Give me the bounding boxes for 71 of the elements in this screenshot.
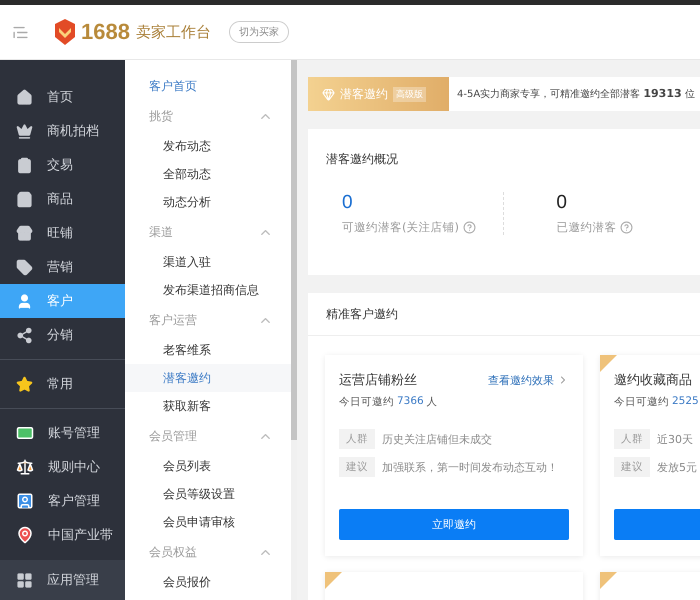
- share-icon: [16, 326, 33, 344]
- sidebar-item[interactable]: 商机拍档: [0, 114, 125, 148]
- submenu-item[interactable]: 发布动态: [125, 132, 291, 160]
- banner-title: 潜客邀约: [340, 86, 388, 102]
- submenu-item[interactable]: 动态分析: [125, 188, 291, 216]
- sidebar-item[interactable]: 中国产业带: [0, 518, 125, 552]
- sidebar-item[interactable]: 营销: [0, 250, 125, 284]
- map-pin-icon: [16, 526, 34, 544]
- count-value: 2525: [672, 395, 699, 409]
- panel-title: 潜客邀约概况: [325, 151, 399, 168]
- version-badge: 高级版: [393, 86, 426, 102]
- help-icon[interactable]: [462, 221, 476, 234]
- tag-icon: [16, 258, 33, 276]
- submenu-item[interactable]: 全部动态: [125, 160, 291, 188]
- row-text: 历史关注店铺但未成交: [382, 432, 492, 446]
- stat-label: 可邀约潜客(关注店铺): [342, 220, 459, 235]
- submenu-item[interactable]: 潜客邀约: [125, 364, 291, 392]
- submenu-item[interactable]: 获取新客: [125, 392, 291, 420]
- row-text: 近30天: [657, 432, 693, 446]
- home-icon: [16, 88, 33, 106]
- row-tag: 人群: [339, 429, 375, 449]
- count-label: 今日可邀约: [339, 395, 394, 409]
- scale-icon: [16, 458, 34, 476]
- stat-value: 0: [556, 192, 568, 214]
- invite-button[interactable]: 立即邀约: [339, 509, 569, 540]
- count-label: 今日可邀约: [614, 395, 669, 409]
- sidebar-item[interactable]: 首页: [0, 80, 125, 114]
- crown-icon: [16, 122, 33, 140]
- user-icon: [16, 292, 33, 310]
- gem-icon: [322, 88, 335, 100]
- row-text: 发放5元: [657, 460, 697, 474]
- sidebar-item[interactable]: 客户管理: [0, 484, 125, 518]
- submenu-item[interactable]: 会员等级设置: [125, 480, 291, 508]
- sidebar-item[interactable]: 商品: [0, 182, 125, 216]
- submenu-item[interactable]: 渠道入驻: [125, 248, 291, 276]
- sidebar-item[interactable]: 账号管理: [0, 416, 125, 450]
- star-icon: [16, 376, 33, 392]
- view-effect-link[interactable]: 查看邀约效果: [488, 372, 569, 388]
- logo-text: 卖家工作台: [136, 22, 211, 42]
- banner-text: 4-5A实力商家专享，可精准邀约全部潜客 19313 位: [456, 87, 695, 101]
- person-icon: [16, 492, 34, 510]
- row-text: 加强联系，第一时间发布动态互动！: [382, 460, 558, 474]
- logo-number: 1688: [81, 19, 130, 45]
- count-value: 7366: [397, 395, 424, 409]
- stat-label: 已邀约潜客: [556, 220, 616, 235]
- sidebar-item[interactable]: 常用: [0, 367, 125, 401]
- logo-icon: [55, 19, 75, 45]
- submenu-item[interactable]: 会员报价: [125, 568, 291, 596]
- submenu-link[interactable]: 客户首页: [125, 73, 291, 100]
- submenu-item[interactable]: 会员列表: [125, 452, 291, 480]
- row-tag: 建议: [614, 457, 650, 477]
- count-unit: 人: [426, 395, 438, 409]
- panel-title: 精准客户邀约: [308, 293, 700, 336]
- submenu-item[interactable]: 发布渠道招商信息: [125, 276, 291, 304]
- sidebar-item[interactable]: 规则中心: [0, 450, 125, 484]
- row-tag: 人群: [614, 429, 650, 449]
- sidebar-item[interactable]: 应用管理: [0, 560, 125, 600]
- grid-icon: [16, 572, 33, 588]
- id-card-icon: [16, 424, 34, 442]
- card-title: 运营店铺粉丝: [339, 372, 417, 389]
- sidebar-item[interactable]: 分销: [0, 318, 125, 352]
- submenu-item[interactable]: 会员申请审核: [125, 508, 291, 536]
- sidebar-item[interactable]: 旺铺: [0, 216, 125, 250]
- scrollbar[interactable]: [291, 60, 297, 600]
- switch-buyer-button[interactable]: 切为买家: [228, 21, 289, 43]
- row-tag: 建议: [339, 457, 375, 477]
- sidebar-item[interactable]: 交易: [0, 148, 125, 182]
- card-title: 邀约收藏商品: [614, 372, 692, 389]
- submenu-item[interactable]: 老客维系: [125, 336, 291, 364]
- help-icon[interactable]: [620, 221, 634, 234]
- stat-value: 0: [342, 192, 354, 214]
